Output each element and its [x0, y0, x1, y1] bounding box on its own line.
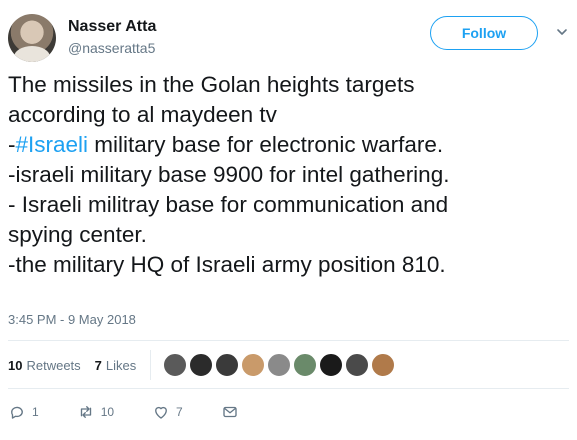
liker-avatar[interactable] [345, 353, 370, 377]
liker-avatar[interactable] [215, 353, 240, 377]
like-icon [155, 406, 167, 419]
like-count: 7 [176, 405, 183, 419]
divider [8, 340, 569, 341]
follow-button[interactable]: Follow [430, 16, 538, 50]
engagement-stats: 10 Retweets 7 Likes [8, 350, 397, 380]
tweet-timestamp[interactable]: 3:45 PM - 9 May 2018 [8, 312, 136, 327]
liker-avatar[interactable] [189, 353, 214, 377]
line-rest: military base for electronic warfare. [88, 132, 444, 157]
stats-separator [150, 350, 152, 380]
liker-avatar[interactable] [163, 353, 188, 377]
liker-avatars [163, 353, 397, 377]
like-action[interactable]: 7 [152, 403, 183, 421]
chevron-down-icon[interactable] [556, 26, 568, 38]
reply-icon [11, 406, 23, 419]
liker-avatar[interactable] [241, 353, 266, 377]
avatar[interactable] [8, 14, 56, 62]
avatar-image [14, 46, 50, 62]
direct-message-action[interactable] [221, 403, 245, 421]
tweet-line: -the military HQ of Israeli army positio… [8, 252, 446, 277]
liker-avatar[interactable] [267, 353, 292, 377]
likes-count: 7 [94, 357, 102, 373]
liker-avatar[interactable] [293, 353, 318, 377]
likes-label: Likes [105, 357, 137, 373]
reply-action[interactable]: 1 [8, 403, 39, 421]
tweet-header: Nasser Atta @nasseratta5 Follow [8, 12, 569, 62]
tweet-line: The missiles in the Golan heights target… [8, 72, 415, 97]
tweet-line: spying center. [8, 222, 147, 247]
user-handle[interactable]: @nasseratta5 [68, 40, 155, 56]
retweet-count: 10 [100, 405, 115, 419]
user-name[interactable]: Nasser Atta [68, 18, 156, 36]
direct-message-icon [223, 406, 237, 418]
liker-avatar[interactable] [371, 353, 396, 377]
line-prefix: - [8, 132, 16, 157]
tweet-line: - Israeli militray base for communicatio… [8, 192, 449, 217]
retweets-count: 10 [8, 357, 23, 373]
tweet-line: according to al maydeen tv [8, 102, 277, 127]
retweet-icon [80, 406, 91, 418]
hashtag-link[interactable]: #Israeli [16, 132, 89, 157]
retweets-label: Retweets [26, 357, 81, 373]
liker-avatar[interactable] [319, 353, 344, 377]
tweet-text: The missiles in the Golan heights target… [8, 70, 573, 280]
reply-count: 1 [32, 405, 39, 419]
tweet-actions: 1 10 7 [8, 400, 283, 424]
tweet-line: -israeli military base 9900 for intel ga… [8, 162, 450, 187]
likes-stat[interactable]: 7 Likes [95, 358, 137, 373]
divider [8, 388, 569, 389]
tweet-line: -#Israeli military base for electronic w… [8, 130, 573, 160]
retweets-stat[interactable]: 10 Retweets [8, 358, 81, 373]
retweet-action[interactable]: 10 [77, 403, 114, 421]
